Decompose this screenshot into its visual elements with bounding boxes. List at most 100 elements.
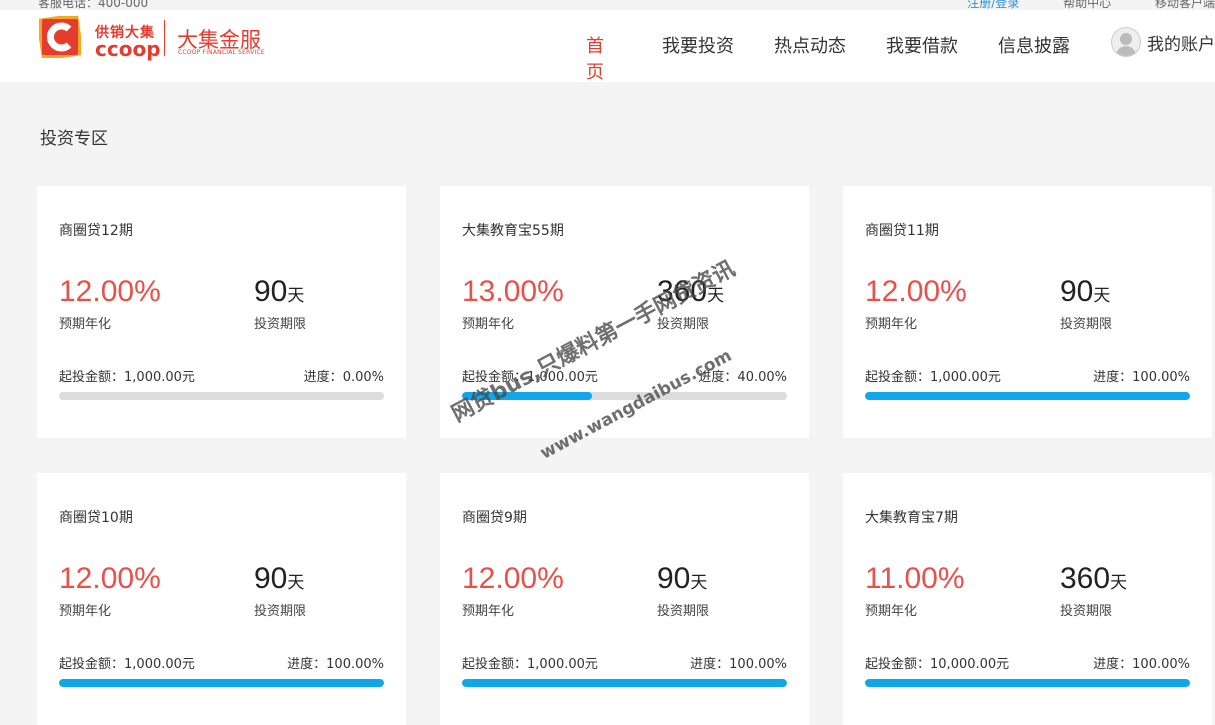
nav-item-invest[interactable]: 我要投资	[662, 32, 734, 58]
nav-item-home[interactable]: 首页	[586, 32, 604, 84]
term-value: 90	[1060, 275, 1094, 308]
rate-label: 预期年化	[59, 604, 112, 619]
term-label: 投资期限	[254, 604, 307, 619]
min-amount: 起投金额：1,000.00元	[59, 366, 195, 385]
term-label: 投资期限	[1060, 604, 1113, 619]
progress-prefix: 进度：	[287, 657, 327, 672]
term-label: 投资期限	[657, 317, 710, 332]
rate-label: 预期年化	[462, 317, 515, 332]
term-unit: 天	[690, 573, 708, 592]
product-name[interactable]: 商圈贷9期	[462, 507, 527, 527]
progress-prefix: 进度：	[1093, 657, 1133, 672]
nav-item-disclosure[interactable]: 信息披露	[998, 32, 1070, 58]
progress-bar	[462, 392, 787, 400]
product-card[interactable]: 大集教育宝7期 11.00% 预期年化 360天 投资期限 起投金额：10,00…	[843, 473, 1212, 725]
progress-text: 进度：100.00%	[287, 653, 384, 672]
product-term: 90天	[254, 275, 304, 309]
min-prefix: 起投金额：	[59, 657, 125, 672]
min-value: 10,000.00元	[930, 657, 1010, 672]
term-unit: 天	[1093, 286, 1111, 305]
min-value: 1,000.00元	[124, 657, 195, 672]
progress-fill	[865, 679, 1190, 687]
progress-value: 100.00%	[1132, 370, 1190, 385]
product-card[interactable]: 商圈贷12期 12.00% 预期年化 90天 投资期限 起投金额：1,000.0…	[37, 186, 406, 438]
login-link[interactable]: 注册/登录	[967, 0, 1019, 10]
product-rate: 12.00%	[865, 275, 967, 308]
logo-en-brand: ccoop	[95, 37, 161, 61]
min-value: 1,000.00元	[124, 370, 195, 385]
progress-text: 进度：100.00%	[1093, 653, 1190, 672]
progress-bar	[865, 679, 1190, 687]
rate-label: 预期年化	[865, 317, 918, 332]
min-prefix: 起投金额：	[462, 657, 528, 672]
avatar-icon	[1111, 27, 1141, 57]
min-amount: 起投金额：1,000.00元	[462, 653, 598, 672]
product-card[interactable]: 商圈贷11期 12.00% 预期年化 90天 投资期限 起投金额：1,000.0…	[843, 186, 1212, 438]
term-value: 90	[254, 562, 288, 595]
product-rate: 11.00%	[865, 562, 965, 595]
product-name[interactable]: 大集教育宝7期	[865, 507, 958, 527]
product-card[interactable]: 商圈贷9期 12.00% 预期年化 90天 投资期限 起投金额：1,000.00…	[440, 473, 809, 725]
term-label: 投资期限	[254, 317, 307, 332]
top-strip: 客服电话：400-000 注册/登录 帮助中心 移动客户端	[0, 0, 1215, 10]
logo-en-name: CCOOP FINANCIAL SERVICE	[178, 49, 265, 56]
logo[interactable]: 供销大集 ccoop 大集金服 CCOOP FINANCIAL SERVICE	[39, 16, 269, 62]
min-prefix: 起投金额：	[865, 370, 931, 385]
logo-divider	[164, 20, 165, 56]
min-prefix: 起投金额：	[462, 370, 528, 385]
progress-value: 40.00%	[737, 370, 787, 385]
term-value: 90	[254, 275, 288, 308]
term-label: 投资期限	[1060, 317, 1113, 332]
term-unit: 天	[1110, 573, 1128, 592]
mobile-link[interactable]: 移动客户端	[1155, 0, 1215, 10]
nav-item-borrow[interactable]: 我要借款	[886, 32, 958, 58]
progress-fill	[462, 679, 787, 687]
min-value: 1,000.00元	[930, 370, 1001, 385]
product-card[interactable]: 商圈贷10期 12.00% 预期年化 90天 投资期限 起投金额：1,000.0…	[37, 473, 406, 725]
min-amount: 起投金额：1,000.00元	[462, 366, 598, 385]
progress-fill	[462, 392, 592, 400]
account-label: 我的账户	[1147, 34, 1215, 55]
product-card[interactable]: 大集教育宝55期 13.00% 预期年化 360天 投资期限 起投金额：1,00…	[440, 186, 809, 438]
rate-label: 预期年化	[865, 604, 918, 619]
nav-item-news[interactable]: 热点动态	[774, 32, 846, 58]
progress-bar	[59, 392, 384, 400]
progress-bar	[59, 679, 384, 687]
section-title: 投资专区	[40, 129, 108, 149]
header: 供销大集 ccoop 大集金服 CCOOP FINANCIAL SERVICE …	[0, 10, 1215, 84]
product-name[interactable]: 商圈贷11期	[865, 220, 939, 240]
product-name[interactable]: 大集教育宝55期	[462, 220, 564, 240]
account-menu[interactable]: 我的账户	[1111, 27, 1215, 57]
ccoop-logo-icon	[39, 16, 81, 58]
min-prefix: 起投金额：	[59, 370, 125, 385]
progress-fill	[59, 679, 384, 687]
progress-text: 进度：100.00%	[1093, 366, 1190, 385]
progress-value: 0.00%	[342, 370, 384, 385]
rate-label: 预期年化	[59, 317, 112, 332]
product-term: 90天	[254, 562, 304, 596]
product-term: 90天	[657, 562, 707, 596]
min-value: 1,000.00元	[527, 370, 598, 385]
product-name[interactable]: 商圈贷12期	[59, 220, 133, 240]
rate-label: 预期年化	[462, 604, 515, 619]
product-rate: 12.00%	[462, 562, 564, 595]
product-term: 360天	[1060, 562, 1127, 596]
progress-text: 进度：40.00%	[698, 366, 787, 385]
min-amount: 起投金额：10,000.00元	[865, 653, 1009, 672]
progress-prefix: 进度：	[690, 657, 730, 672]
progress-bar	[462, 679, 787, 687]
progress-text: 进度：100.00%	[690, 653, 787, 672]
help-link[interactable]: 帮助中心	[1063, 0, 1111, 10]
progress-value: 100.00%	[1132, 657, 1190, 672]
product-rate: 12.00%	[59, 275, 161, 308]
min-amount: 起投金额：1,000.00元	[865, 366, 1001, 385]
top-links: 注册/登录 帮助中心 移动客户端	[927, 0, 1215, 10]
progress-prefix: 进度：	[303, 370, 343, 385]
term-value: 360	[657, 275, 708, 308]
product-name[interactable]: 商圈贷10期	[59, 507, 133, 527]
min-prefix: 起投金额：	[865, 657, 931, 672]
progress-fill	[865, 392, 1190, 400]
term-value: 360	[1060, 562, 1111, 595]
term-label: 投资期限	[657, 604, 710, 619]
product-term: 360天	[657, 275, 724, 309]
